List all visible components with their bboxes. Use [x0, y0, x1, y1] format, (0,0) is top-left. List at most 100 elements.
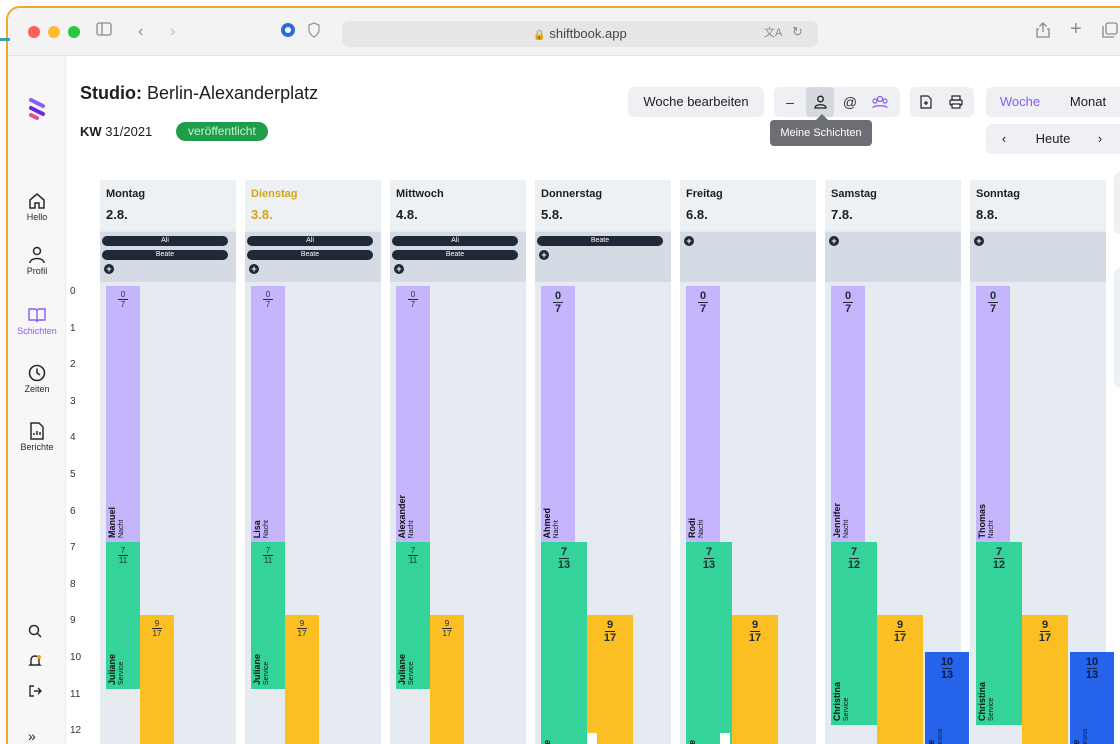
shift-extra[interactable]: 1013 aniee Corona: [925, 652, 969, 744]
view-month-tab[interactable]: Monat: [1060, 87, 1116, 117]
lock-icon: 🔒: [533, 30, 546, 41]
shift-service[interactable]: 713 ianevice: [686, 542, 732, 744]
day-header[interactable]: Donnerstag 5.8.: [535, 180, 671, 230]
translate-icon[interactable]: 文A: [764, 23, 782, 43]
shift-night[interactable]: 0 7 Jennifer Nacht: [831, 286, 865, 543]
password-manager-icon[interactable]: [280, 22, 296, 44]
day-name: Samstag: [831, 188, 877, 200]
address-bar[interactable]: 🔒 shiftbook.app: [342, 21, 818, 47]
day-header[interactable]: Montag 2.8.: [100, 180, 236, 230]
shift-service[interactable]: 7 11 Juliane Service: [396, 542, 430, 689]
expand-sidebar-icon[interactable]: »: [28, 728, 36, 744]
sidebar-toggle-icon[interactable]: [96, 22, 112, 42]
add-availability-icon[interactable]: +: [829, 236, 839, 246]
availability-pill[interactable]: Beate: [247, 250, 373, 260]
my-shifts-button[interactable]: [806, 87, 834, 117]
share-icon[interactable]: [1036, 22, 1050, 44]
day-header[interactable]: Dienstag 3.8.: [245, 180, 381, 230]
today-button[interactable]: Heute: [1028, 124, 1078, 154]
shift-open[interactable]: 9 17: [430, 615, 464, 744]
availability-pill[interactable]: Ali: [392, 236, 518, 246]
shift-role: Nacht: [118, 519, 125, 539]
add-availability-icon[interactable]: +: [394, 264, 404, 274]
shift-night[interactable]: 0 7 Alexander Nacht: [396, 286, 430, 543]
day-header[interactable]: Mittwoch 4.8.: [390, 180, 526, 230]
report-icon: [30, 422, 44, 440]
shield-icon[interactable]: [308, 22, 320, 44]
shift-night[interactable]: 0 7 Ahmed Nacht: [541, 286, 575, 543]
shift-start: 10: [940, 656, 954, 668]
shift-service[interactable]: 7 11 Juliane Service: [106, 542, 140, 689]
at-sign-button[interactable]: @: [836, 87, 864, 117]
maximize-window-button[interactable]: [68, 26, 80, 38]
availability-pill[interactable]: Beate: [102, 250, 228, 260]
back-icon[interactable]: ‹: [138, 22, 143, 42]
sidebar-item-schichten[interactable]: Schichten: [8, 306, 66, 336]
sidebar-item-berichte[interactable]: Berichte: [8, 422, 66, 452]
add-availability-icon[interactable]: +: [249, 264, 259, 274]
availability-pill[interactable]: Beate: [392, 250, 518, 260]
next-week-button[interactable]: ›: [1088, 124, 1112, 154]
reload-icon[interactable]: ↻: [792, 22, 803, 42]
availability-pill[interactable]: Beate: [537, 236, 663, 246]
shift-end: 7: [410, 300, 416, 309]
sidebar-item-zeiten[interactable]: Zeiten: [8, 364, 66, 394]
add-availability-icon[interactable]: +: [104, 264, 114, 274]
close-window-button[interactable]: [28, 26, 40, 38]
shift-service[interactable]: 7 11 Juliane Service: [251, 542, 285, 689]
print-button[interactable]: [942, 87, 970, 117]
tab-overview-icon[interactable]: [1102, 22, 1118, 44]
minimize-window-button[interactable]: [48, 26, 60, 38]
search-icon[interactable]: [28, 624, 42, 643]
shift-open[interactable]: 9 17: [587, 615, 633, 744]
day-header[interactable]: Samstag 7.8.: [825, 180, 961, 230]
shift-employee: Alexander: [397, 494, 407, 539]
team-button[interactable]: [866, 87, 894, 117]
shift-open[interactable]: 9 17: [877, 615, 923, 744]
shift-night[interactable]: 0 7 Rodi Nacht: [686, 286, 720, 543]
availability-area: Ali Beate +: [245, 232, 381, 282]
shift-start: 7: [120, 546, 126, 556]
day-header[interactable]: Freitag 6.8.: [680, 180, 816, 230]
shift-open[interactable]: 9 17: [732, 615, 778, 744]
shift-open[interactable]: 9 17: [1022, 615, 1068, 744]
day-header[interactable]: Sonntag 8.8.: [970, 180, 1106, 230]
sidebar-item-profil[interactable]: Profil: [8, 246, 66, 276]
shift-night[interactable]: 0 7 Lisa Nacht: [251, 286, 285, 543]
shift-open[interactable]: 9 17: [140, 615, 174, 744]
shift-start: 7: [850, 546, 858, 559]
add-availability-icon[interactable]: +: [974, 236, 984, 246]
shift-time: 07: [831, 290, 865, 315]
forward-icon[interactable]: ›: [170, 22, 175, 42]
add-availability-icon[interactable]: +: [539, 250, 549, 260]
shift-start: 0: [410, 290, 416, 299]
view-week-tab[interactable]: Woche: [992, 87, 1048, 117]
shift-service[interactable]: 7 12 Christina Service: [831, 542, 877, 726]
day-column: Samstag 7.8. +0 7 Jennifer Nacht 7 12 Christina S…: [825, 180, 969, 744]
shift-night[interactable]: 0 7 Thomas Nacht: [976, 286, 1010, 543]
shift-employee: Christina: [977, 682, 987, 722]
shift-label: Juliane Service: [397, 654, 416, 685]
shift-service[interactable]: 7 12 Christina Service: [976, 542, 1022, 726]
shift-time: 7 13: [541, 546, 587, 571]
availability-pill[interactable]: Ali: [102, 236, 228, 246]
logout-icon[interactable]: [28, 684, 42, 703]
shift-employee: Jennifer: [832, 503, 842, 539]
shift-service[interactable]: 713 ianevice: [541, 542, 587, 744]
printer-icon: [949, 95, 963, 109]
availability-pill[interactable]: Ali: [247, 236, 373, 246]
zoom-out-button[interactable]: –: [776, 87, 804, 117]
new-tab-icon[interactable]: +: [1070, 19, 1082, 39]
notification-bell-icon[interactable]: [28, 654, 42, 673]
shift-extra[interactable]: 1013 aniee Corona: [1070, 652, 1114, 744]
sidebar-item-label: Profil: [26, 266, 48, 276]
shift-time: 7 11: [251, 546, 285, 565]
shift-open[interactable]: 9 17: [285, 615, 319, 744]
add-availability-icon[interactable]: +: [684, 236, 694, 246]
shift-start: 7: [995, 546, 1003, 559]
edit-week-button[interactable]: Woche bearbeiten: [628, 87, 764, 117]
add-document-button[interactable]: [912, 87, 940, 117]
sidebar-item-hello[interactable]: Hello: [8, 192, 66, 222]
previous-week-button[interactable]: ‹: [992, 124, 1016, 154]
shift-night[interactable]: 0 7 Manuel Nacht: [106, 286, 140, 543]
